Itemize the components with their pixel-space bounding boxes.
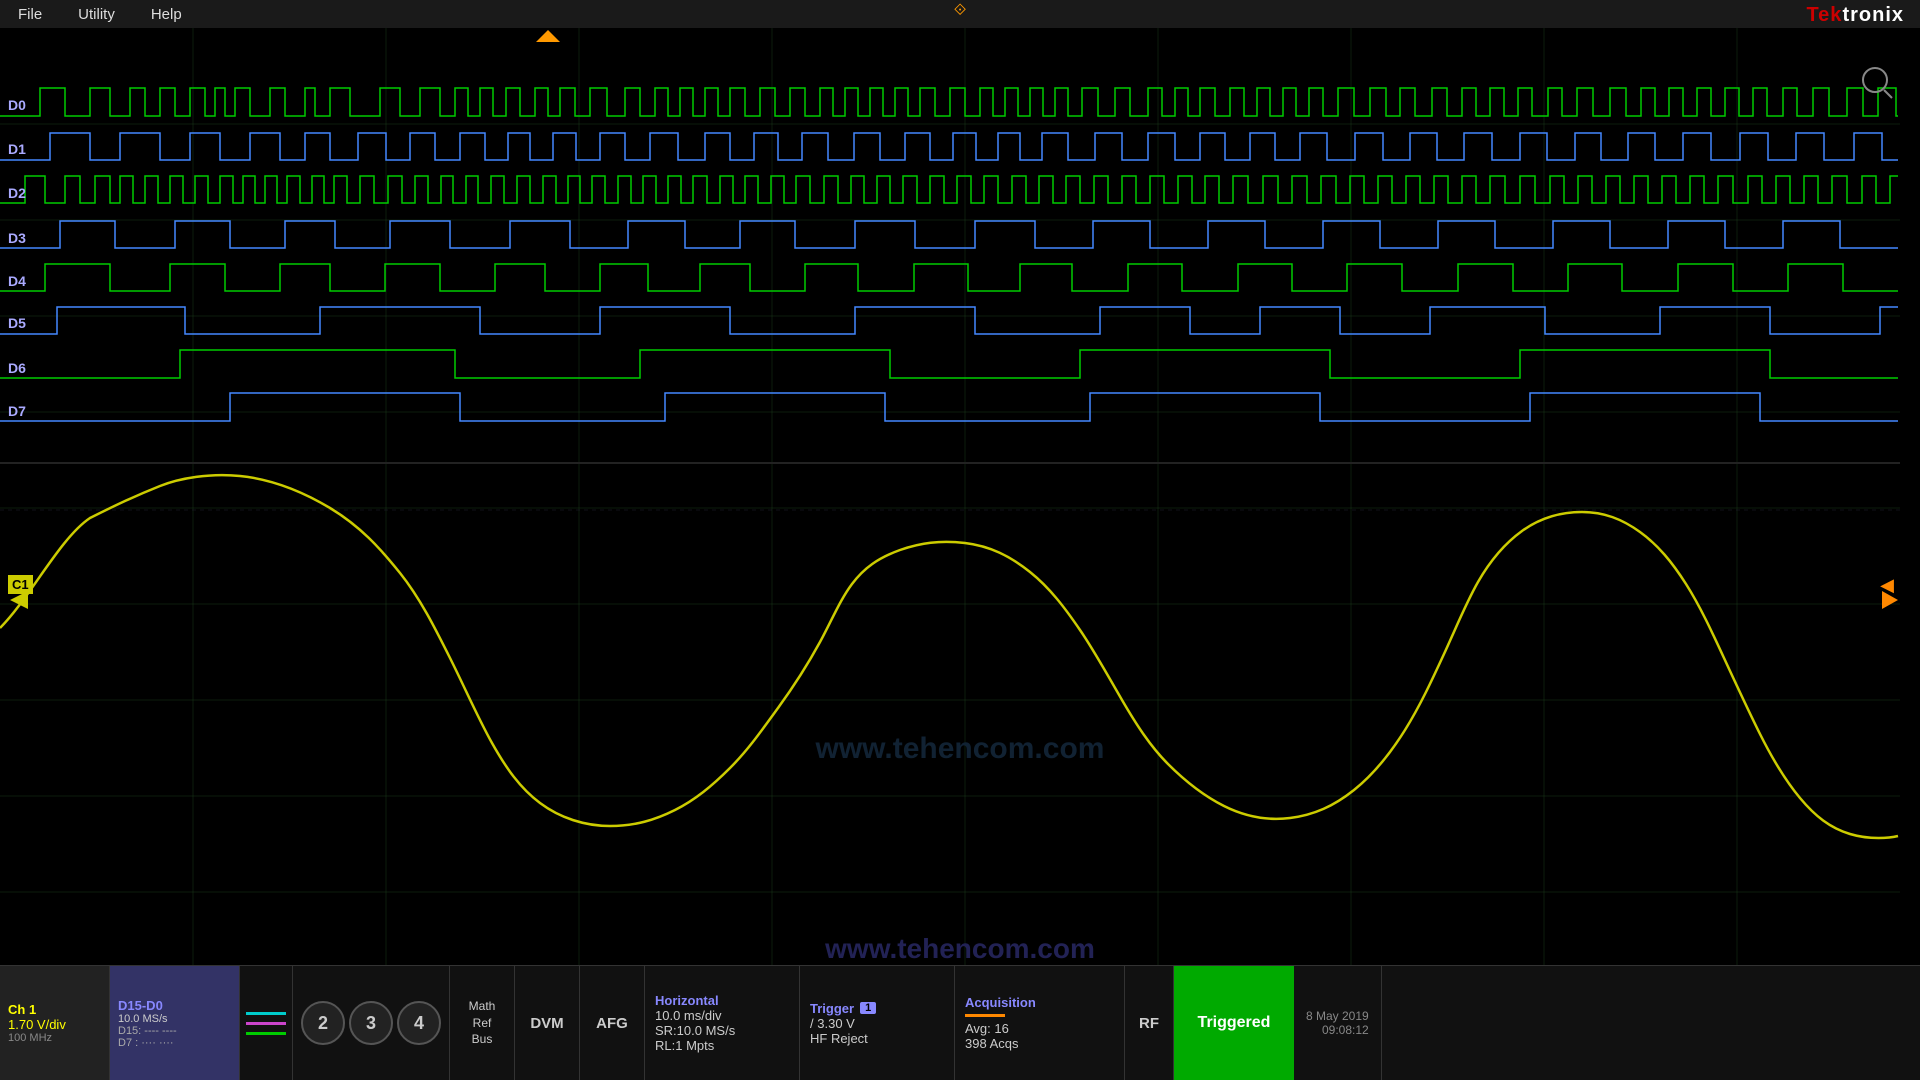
d5-label: D5 xyxy=(8,315,26,331)
menu-bar: File Utility Help ⟐ Tektronix xyxy=(0,0,1920,28)
d6-trace xyxy=(0,350,1898,378)
d15d0-sample-rate: 10.0 MS/s xyxy=(118,1013,231,1025)
d2-trace xyxy=(0,176,1898,203)
trigger-badge: 1 xyxy=(860,1002,876,1014)
d0-label: D0 xyxy=(8,97,26,113)
dvm-label: DVM xyxy=(530,1015,563,1032)
help-menu[interactable]: Help xyxy=(133,2,200,27)
c1-channel-label: C1 xyxy=(8,575,33,594)
date-display: 8 May 2019 xyxy=(1306,1009,1369,1023)
d2-label: D2 xyxy=(8,185,26,201)
d0-trace xyxy=(0,88,1898,116)
d15d0-d15: D15: ---- ---- xyxy=(118,1025,231,1037)
acquisition-count: 398 Acqs xyxy=(965,1036,1114,1051)
trigger-slope-voltage: / 3.30 V xyxy=(810,1016,944,1031)
ch3-color-strip xyxy=(246,1022,286,1025)
rf-button[interactable]: RF xyxy=(1125,966,1174,1080)
trigger-title: Trigger xyxy=(810,1001,854,1016)
horizontal-title: Horizontal xyxy=(655,993,789,1008)
search-circle-icon xyxy=(1863,68,1887,92)
afg-button[interactable]: AFG xyxy=(580,966,645,1080)
acquisition-color-strip xyxy=(965,1014,1005,1017)
d1-trace xyxy=(0,133,1898,160)
ch2-color-strip xyxy=(246,1012,286,1015)
acquisition-mode: Avg: 16 xyxy=(965,1021,1114,1036)
status-bar: Ch 1 1.70 V/div 100 MHz D15-D0 10.0 MS/s… xyxy=(0,965,1920,1080)
ch1-label: Ch 1 xyxy=(8,1002,101,1017)
d6-label: D6 xyxy=(8,360,26,376)
ch1-vdiv: 1.70 V/div xyxy=(8,1017,101,1032)
acquisition-section: Acquisition Avg: 16 398 Acqs xyxy=(955,966,1125,1080)
afg-label: AFG xyxy=(596,1015,628,1032)
d7-trace xyxy=(0,393,1898,421)
d7-label: D7 xyxy=(8,403,26,419)
math-ref-bus-button[interactable]: MathRefBus xyxy=(450,966,515,1080)
time-display: 09:08:12 xyxy=(1322,1023,1369,1037)
d4-trace xyxy=(0,264,1898,291)
ch1-section: Ch 1 1.70 V/div 100 MHz xyxy=(0,966,110,1080)
ch2-button[interactable]: 2 xyxy=(301,1001,345,1045)
channel-colors-strip xyxy=(240,966,293,1080)
d5-trace xyxy=(0,307,1898,334)
datetime-section: 8 May 2019 09:08:12 xyxy=(1294,966,1382,1080)
d15d0-section: D15-D0 10.0 MS/s D15: ---- ---- D7 : ···… xyxy=(110,966,240,1080)
watermark-text: www.tehencom.com xyxy=(815,732,1105,765)
d4-label: D4 xyxy=(8,273,26,289)
horizontal-section: Horizontal 10.0 ms/div SR:10.0 MS/s RL:1… xyxy=(645,966,800,1080)
file-menu[interactable]: File xyxy=(0,2,60,27)
utility-menu[interactable]: Utility xyxy=(60,2,133,27)
math-ref-bus-label: MathRefBus xyxy=(469,998,496,1048)
dvm-button[interactable]: DVM xyxy=(515,966,580,1080)
trigger-mode: HF Reject xyxy=(810,1031,944,1046)
trigger-section: Trigger 1 / 3.30 V HF Reject xyxy=(800,966,955,1080)
trigger-time-marker xyxy=(536,30,560,42)
scope-display: D0 D1 D2 D3 D4 D5 D6 D7 www.tehencom.com xyxy=(0,28,1920,965)
horizontal-sample-rate: SR:10.0 MS/s xyxy=(655,1023,789,1038)
ch1-bandwidth: 100 MHz xyxy=(8,1032,101,1044)
d15d0-d7: D7 : ···· ···· xyxy=(118,1037,231,1049)
ch4-button[interactable]: 4 xyxy=(397,1001,441,1045)
trigger-position-indicator: ⟐ xyxy=(954,2,967,20)
horizontal-time-div: 10.0 ms/div xyxy=(655,1008,789,1023)
d1-label: D1 xyxy=(8,141,26,157)
search-line-icon xyxy=(1884,90,1892,98)
triggered-button[interactable]: Triggered xyxy=(1174,966,1294,1080)
scope-svg: D0 D1 D2 D3 D4 D5 D6 D7 www.tehencom.com xyxy=(0,28,1920,965)
ch4-color-strip xyxy=(246,1032,286,1035)
horizontal-record-length: RL:1 Mpts xyxy=(655,1038,789,1053)
right-arrow-indicator: ◀ xyxy=(1880,575,1894,596)
c1-analog-trace xyxy=(0,475,1898,838)
acquisition-title: Acquisition xyxy=(965,995,1114,1010)
triggered-label: Triggered xyxy=(1198,1014,1271,1032)
d3-trace xyxy=(0,221,1898,248)
d3-label: D3 xyxy=(8,230,26,246)
ch3-button[interactable]: 3 xyxy=(349,1001,393,1045)
tektronix-logo: Tektronix xyxy=(1806,4,1904,27)
rf-label: RF xyxy=(1139,1015,1159,1032)
numbered-buttons: 2 3 4 xyxy=(293,966,450,1080)
d15d0-label: D15-D0 xyxy=(118,998,231,1013)
